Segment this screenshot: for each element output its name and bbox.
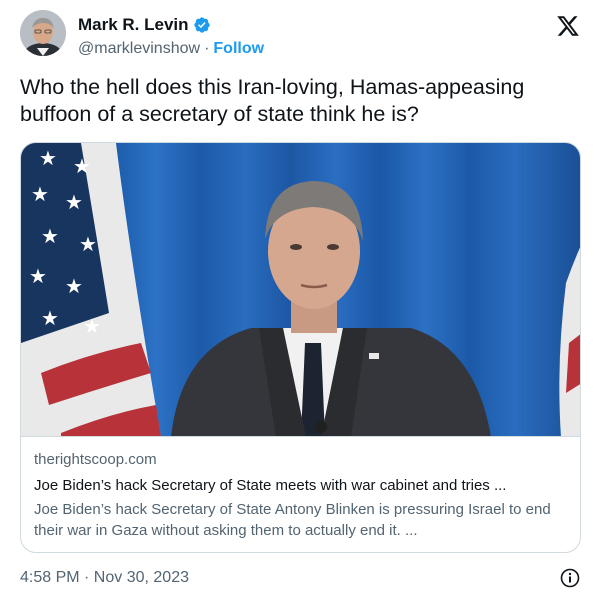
follow-button[interactable]: Follow	[213, 40, 264, 58]
author-name[interactable]: Mark R. Levin	[78, 15, 189, 35]
svg-text:★: ★	[29, 264, 47, 288]
svg-text:★: ★	[65, 274, 83, 298]
author-name-row: Mark R. Levin	[78, 14, 264, 36]
link-card[interactable]: ★ ★ ★ ★ ★ ★ ★ ★ ★ ★ therightscoop.com Jo…	[20, 142, 581, 553]
card-image: ★ ★ ★ ★ ★ ★ ★ ★ ★ ★	[21, 143, 580, 437]
svg-text:★: ★	[73, 154, 91, 178]
info-icon[interactable]	[560, 568, 580, 588]
svg-text:★: ★	[39, 146, 57, 170]
author-handle-row: @marklevinshow · Follow	[78, 37, 264, 61]
separator-dot: ·	[204, 40, 210, 57]
card-domain: therightscoop.com	[34, 451, 157, 468]
card-body: therightscoop.com Joe Biden’s hack Secre…	[34, 449, 569, 541]
svg-text:★: ★	[79, 232, 97, 256]
author-handle[interactable]: @marklevinshow	[78, 40, 200, 58]
tweet-text: Who the hell does this Iran-loving, Hama…	[20, 75, 525, 126]
card-description: Joe Biden’s hack Secretary of State Anto…	[34, 501, 551, 539]
tweet-timestamp[interactable]: 4:58 PM · Nov 30, 2023	[20, 569, 189, 586]
tweet-footer: 4:58 PM · Nov 30, 2023	[20, 566, 580, 590]
verified-badge-icon	[193, 16, 211, 34]
svg-text:★: ★	[83, 314, 101, 338]
author-avatar[interactable]	[20, 10, 66, 56]
svg-text:★: ★	[31, 182, 49, 206]
card-title: Joe Biden’s hack Secretary of State meet…	[34, 477, 507, 494]
tweet-header: Mark R. Levin @marklevinshow · Follow	[20, 10, 580, 66]
svg-text:★: ★	[65, 190, 83, 214]
svg-text:★: ★	[41, 306, 59, 330]
x-logo-icon[interactable]	[556, 14, 580, 38]
author-block: Mark R. Levin @marklevinshow · Follow	[78, 14, 264, 61]
svg-text:★: ★	[41, 224, 59, 248]
